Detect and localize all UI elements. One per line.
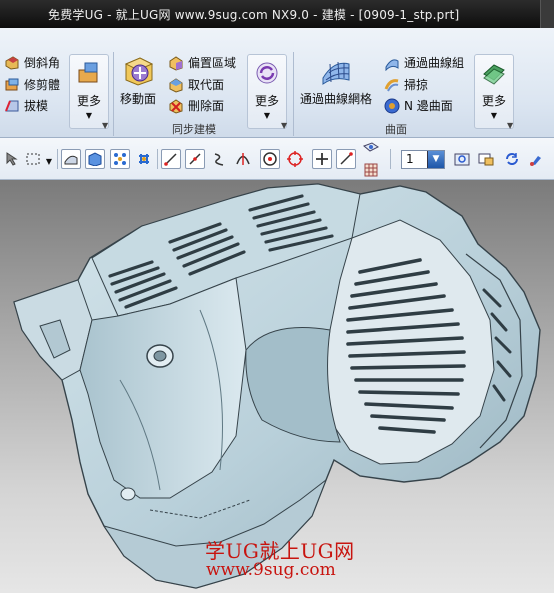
chamfer-button[interactable]: 倒斜角 — [4, 54, 60, 71]
trim-body-button[interactable]: 修剪體 — [4, 76, 60, 93]
offset-region-button[interactable]: 偏置區域 — [168, 54, 236, 71]
selection-toolbar: ▼ 1 ▼ — [0, 138, 554, 180]
toolbar-divider — [57, 149, 58, 169]
through-curve-mesh-icon — [322, 61, 350, 85]
quadrant-point-icon[interactable] — [285, 149, 305, 169]
feature-group-expand-icon[interactable]: ▼ — [102, 121, 108, 130]
shaded-icon[interactable] — [85, 149, 105, 169]
group-divider — [293, 52, 294, 136]
cursor-icon[interactable] — [2, 149, 22, 169]
feature-more-button[interactable]: 更多 ▼ — [69, 54, 109, 129]
through-curves-icon — [384, 55, 400, 71]
through-curves-label: 通過曲線組 — [404, 56, 465, 70]
offset-region-icon — [168, 55, 184, 71]
replace-face-icon — [168, 77, 184, 93]
move-face-icon — [124, 57, 154, 86]
model-part[interactable] — [0, 180, 554, 593]
draft-button[interactable]: 拔模 — [4, 97, 48, 114]
n-sided-surface-icon — [384, 98, 400, 114]
window-control-button[interactable] — [540, 0, 554, 28]
curve-icon[interactable] — [209, 149, 229, 169]
rotate-icon[interactable] — [502, 149, 522, 169]
brush-icon[interactable] — [526, 149, 546, 169]
surface-more-icon — [483, 64, 505, 85]
move-face-label: 移動面 — [120, 92, 157, 106]
replace-face-button[interactable]: 取代面 — [168, 76, 224, 93]
surface-more-button[interactable]: 更多 ▼ — [474, 54, 514, 129]
sync-group-expand-icon[interactable]: ▼ — [281, 121, 287, 130]
surface-more-label: 更多 — [481, 94, 506, 108]
intersection-icon[interactable] — [233, 149, 253, 169]
ribbon: 倒斜角 修剪體 拔模 更多 ▼ ▼ 移動面 偏置區域 取代面 刪除面 更多 ▼ … — [0, 28, 554, 138]
chamfer-label: 倒斜角 — [24, 56, 61, 70]
chamfer-icon — [4, 55, 20, 71]
feature-more-label: 更多 — [76, 94, 101, 108]
snap-settings-icon[interactable] — [134, 149, 154, 169]
window-title: 免费学UG - 就上UG网 www.9sug.com NX9.0 - 建模 - … — [48, 8, 460, 22]
move-face-button[interactable]: 移動面 — [120, 54, 156, 107]
group-divider — [113, 52, 114, 136]
chevron-down-icon: ▼ — [85, 111, 93, 120]
offset-region-label: 偏置區域 — [188, 56, 237, 70]
title-bar: 免费学UG - 就上UG网 www.9sug.com NX9.0 - 建模 - … — [0, 0, 554, 28]
graphics-viewport[interactable]: 学UG就上UG网 www.9sug.com — [0, 180, 554, 593]
watermark-url: www.9sug.com — [206, 560, 336, 580]
draft-label: 拔模 — [24, 99, 49, 113]
delete-face-label: 刪除面 — [188, 99, 225, 113]
trim-body-icon — [4, 77, 20, 93]
grid-icon[interactable] — [361, 160, 381, 180]
chevron-down-icon: ▼ — [490, 111, 498, 120]
toolbar-divider — [390, 149, 391, 169]
sync-group-label: 同步建模 — [172, 123, 216, 136]
line-icon[interactable] — [161, 149, 181, 169]
sync-more-label: 更多 — [254, 94, 279, 108]
layer-select-value: 1 — [406, 152, 414, 166]
through-curves-button[interactable]: 通過曲線組 — [384, 54, 464, 71]
snap-points-icon[interactable] — [110, 149, 130, 169]
draft-icon — [4, 98, 20, 114]
mount-hole-inner — [153, 350, 167, 362]
plus-point-icon[interactable] — [312, 149, 332, 169]
sweep-icon — [384, 77, 400, 93]
shaded-edges-icon[interactable] — [61, 149, 81, 169]
sweep-button[interactable]: 掃掠 — [384, 76, 428, 93]
zoom-icon[interactable] — [476, 149, 496, 169]
sync-more-icon — [256, 62, 278, 84]
tangent-line-icon[interactable] — [185, 149, 205, 169]
trim-body-label: 修剪體 — [24, 78, 61, 92]
surface-group-label: 曲面 — [385, 123, 407, 136]
view-icon[interactable] — [361, 140, 381, 160]
delete-face-button[interactable]: 刪除面 — [168, 97, 224, 114]
center-point-icon[interactable] — [260, 149, 280, 169]
flange-hole — [120, 487, 136, 501]
toolbar-divider — [157, 149, 158, 169]
chevron-down-icon: ▼ — [263, 111, 271, 120]
delete-face-icon — [168, 98, 184, 114]
through-curve-mesh-button[interactable]: 通過曲線網格 — [300, 54, 372, 107]
through-curve-mesh-label: 通過曲線網格 — [300, 92, 373, 106]
sync-more-button[interactable]: 更多 ▼ — [247, 54, 287, 129]
n-sided-surface-label: N 邊曲面 — [404, 99, 453, 113]
layer-select[interactable]: 1 ▼ — [401, 150, 445, 169]
chevron-down-icon[interactable]: ▼ — [427, 151, 444, 168]
chevron-down-icon[interactable]: ▼ — [44, 151, 54, 171]
replace-face-label: 取代面 — [188, 78, 225, 92]
sweep-label: 掃掠 — [404, 78, 429, 92]
surface-group-expand-icon[interactable]: ▼ — [507, 121, 513, 130]
n-sided-surface-button[interactable]: N 邊曲面 — [384, 97, 453, 114]
feature-more-icon — [78, 62, 98, 83]
fit-view-icon[interactable] — [452, 149, 472, 169]
end-point-icon[interactable] — [336, 149, 356, 169]
select-box-icon[interactable] — [24, 149, 44, 169]
